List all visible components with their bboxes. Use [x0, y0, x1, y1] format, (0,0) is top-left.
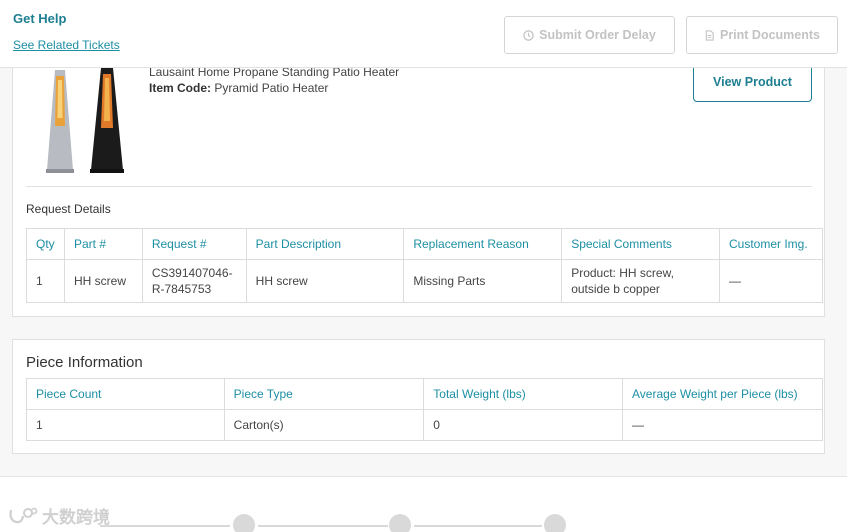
- cell-qty: 1: [26, 259, 65, 303]
- submit-order-delay-label: Submit Order Delay: [539, 28, 656, 42]
- print-documents-button[interactable]: Print Documents: [686, 16, 838, 54]
- see-related-tickets-link[interactable]: See Related Tickets: [13, 38, 120, 52]
- col-piece-count: Piece Count: [26, 378, 225, 410]
- product-request-card: Lausaint Home Propane Standing Patio Hea…: [12, 40, 825, 317]
- submit-order-delay-button[interactable]: Submit Order Delay: [504, 16, 675, 54]
- cell-part-description: HH screw: [245, 259, 405, 303]
- col-part-description: Part Description: [245, 228, 405, 260]
- progress-line: [100, 525, 230, 527]
- watermark: 大数跨境: [8, 503, 110, 528]
- progress-step-dot: [233, 514, 255, 532]
- watermark-text: 大数跨境: [42, 508, 110, 527]
- cell-request-number: CS391407046-R-7845753: [141, 259, 247, 303]
- cell-piece-count: 1: [26, 409, 225, 441]
- cell-part-number: HH screw: [63, 259, 143, 303]
- progress-step-dot: [389, 514, 411, 532]
- piece-information-table: Piece Count Piece Type Total Weight (lbs…: [26, 378, 823, 441]
- bottom-progress-band: [0, 476, 847, 532]
- col-special-comments: Special Comments: [561, 228, 720, 260]
- col-part-number: Part #: [63, 228, 143, 260]
- header-bar: Get Help See Related Tickets Submit Orde…: [0, 0, 847, 68]
- table-header-row: Qty Part # Request # Part Description Re…: [26, 228, 824, 260]
- patio-heater-image: [46, 68, 124, 173]
- item-code-value: Pyramid Patio Heater: [211, 81, 329, 95]
- print-documents-label: Print Documents: [719, 28, 820, 42]
- cell-total-weight: 0: [423, 409, 624, 441]
- get-help-title: Get Help: [13, 11, 67, 26]
- item-code-label: Item Code:: [149, 81, 212, 95]
- item-code: Item Code: Pyramid Patio Heater: [149, 81, 328, 95]
- col-total-weight: Total Weight (lbs): [423, 378, 624, 410]
- divider: [26, 186, 812, 187]
- watermark-logo-icon: [9, 507, 38, 523]
- cell-piece-type: Carton(s): [223, 409, 425, 441]
- col-request-number: Request #: [141, 228, 247, 260]
- document-icon: [705, 29, 714, 41]
- progress-line: [258, 525, 388, 527]
- request-details-table: Qty Part # Request # Part Description Re…: [26, 228, 824, 303]
- progress-line: [414, 525, 542, 527]
- col-piece-type: Piece Type: [223, 378, 425, 410]
- col-average-weight: Average Weight per Piece (lbs): [622, 378, 823, 410]
- col-qty: Qty: [26, 228, 65, 260]
- col-replacement-reason: Replacement Reason: [403, 228, 563, 260]
- clock-icon: [523, 29, 534, 41]
- progress-step-dot: [544, 514, 566, 532]
- cell-replacement-reason: Missing Parts: [403, 259, 563, 303]
- piece-information-title: Piece Information: [26, 354, 143, 371]
- col-customer-img: Customer Img.: [718, 228, 824, 260]
- table-row: 1 HH screw CS391407046-R-7845753 HH scre…: [26, 259, 824, 303]
- cell-average-weight: —: [622, 409, 823, 441]
- table-header-row: Piece Count Piece Type Total Weight (lbs…: [26, 378, 823, 410]
- cell-customer-img: —: [718, 259, 824, 303]
- cell-special-comments: Product: HH screw, outside b copper: [561, 259, 720, 303]
- request-details-title: Request Details: [26, 202, 111, 216]
- table-row: 1 Carton(s) 0 —: [26, 409, 823, 441]
- piece-information-card: Piece Information Piece Count Piece Type…: [12, 339, 825, 454]
